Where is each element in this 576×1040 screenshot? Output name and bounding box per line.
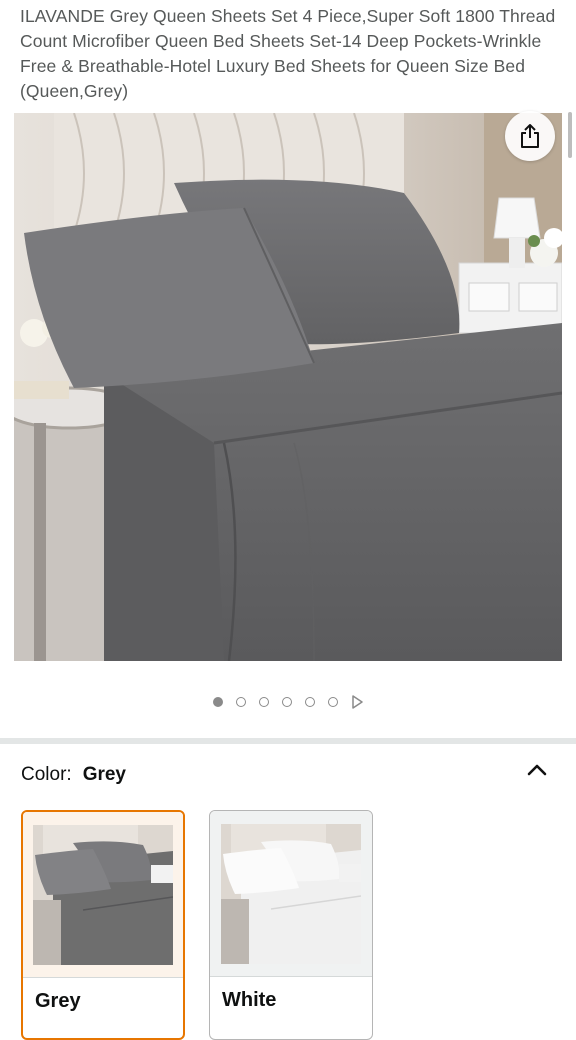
swatch-separator xyxy=(23,977,183,978)
color-variation-header[interactable]: Color: Grey xyxy=(21,764,126,786)
pagination-dot-2[interactable] xyxy=(236,697,246,707)
product-title: ILAVANDE Grey Queen Sheets Set 4 Piece,S… xyxy=(20,6,556,101)
grey-sheets-thumbnail-image xyxy=(33,824,173,965)
pagination-dot-5[interactable] xyxy=(305,697,315,707)
product-image-gallery[interactable] xyxy=(14,113,562,661)
pagination-dot-3[interactable] xyxy=(259,697,269,707)
bed-with-grey-sheets-image[interactable] xyxy=(14,113,562,661)
share-button[interactable] xyxy=(505,111,555,161)
color-option-thumbnail xyxy=(210,811,372,976)
color-option-label: White xyxy=(222,989,277,1011)
color-label: Color: xyxy=(21,764,72,785)
color-option-white[interactable]: White xyxy=(209,810,373,1040)
play-triangle-icon[interactable] xyxy=(351,695,363,709)
color-option-label: Grey xyxy=(35,990,81,1012)
pagination-dot-1[interactable] xyxy=(213,697,223,707)
white-sheets-thumbnail-image xyxy=(221,823,361,964)
share-icon xyxy=(521,124,539,148)
page-scrollbar[interactable] xyxy=(568,112,572,158)
pagination-dot-6[interactable] xyxy=(328,697,338,707)
swatch-separator xyxy=(210,976,372,977)
image-pagination xyxy=(0,694,576,710)
selected-color-value: Grey xyxy=(82,764,126,785)
color-option-thumbnail xyxy=(23,812,183,977)
color-option-grey[interactable]: Grey xyxy=(21,810,185,1040)
chevron-up-icon[interactable] xyxy=(526,760,548,780)
pagination-dot-4[interactable] xyxy=(282,697,292,707)
section-divider xyxy=(0,738,576,744)
